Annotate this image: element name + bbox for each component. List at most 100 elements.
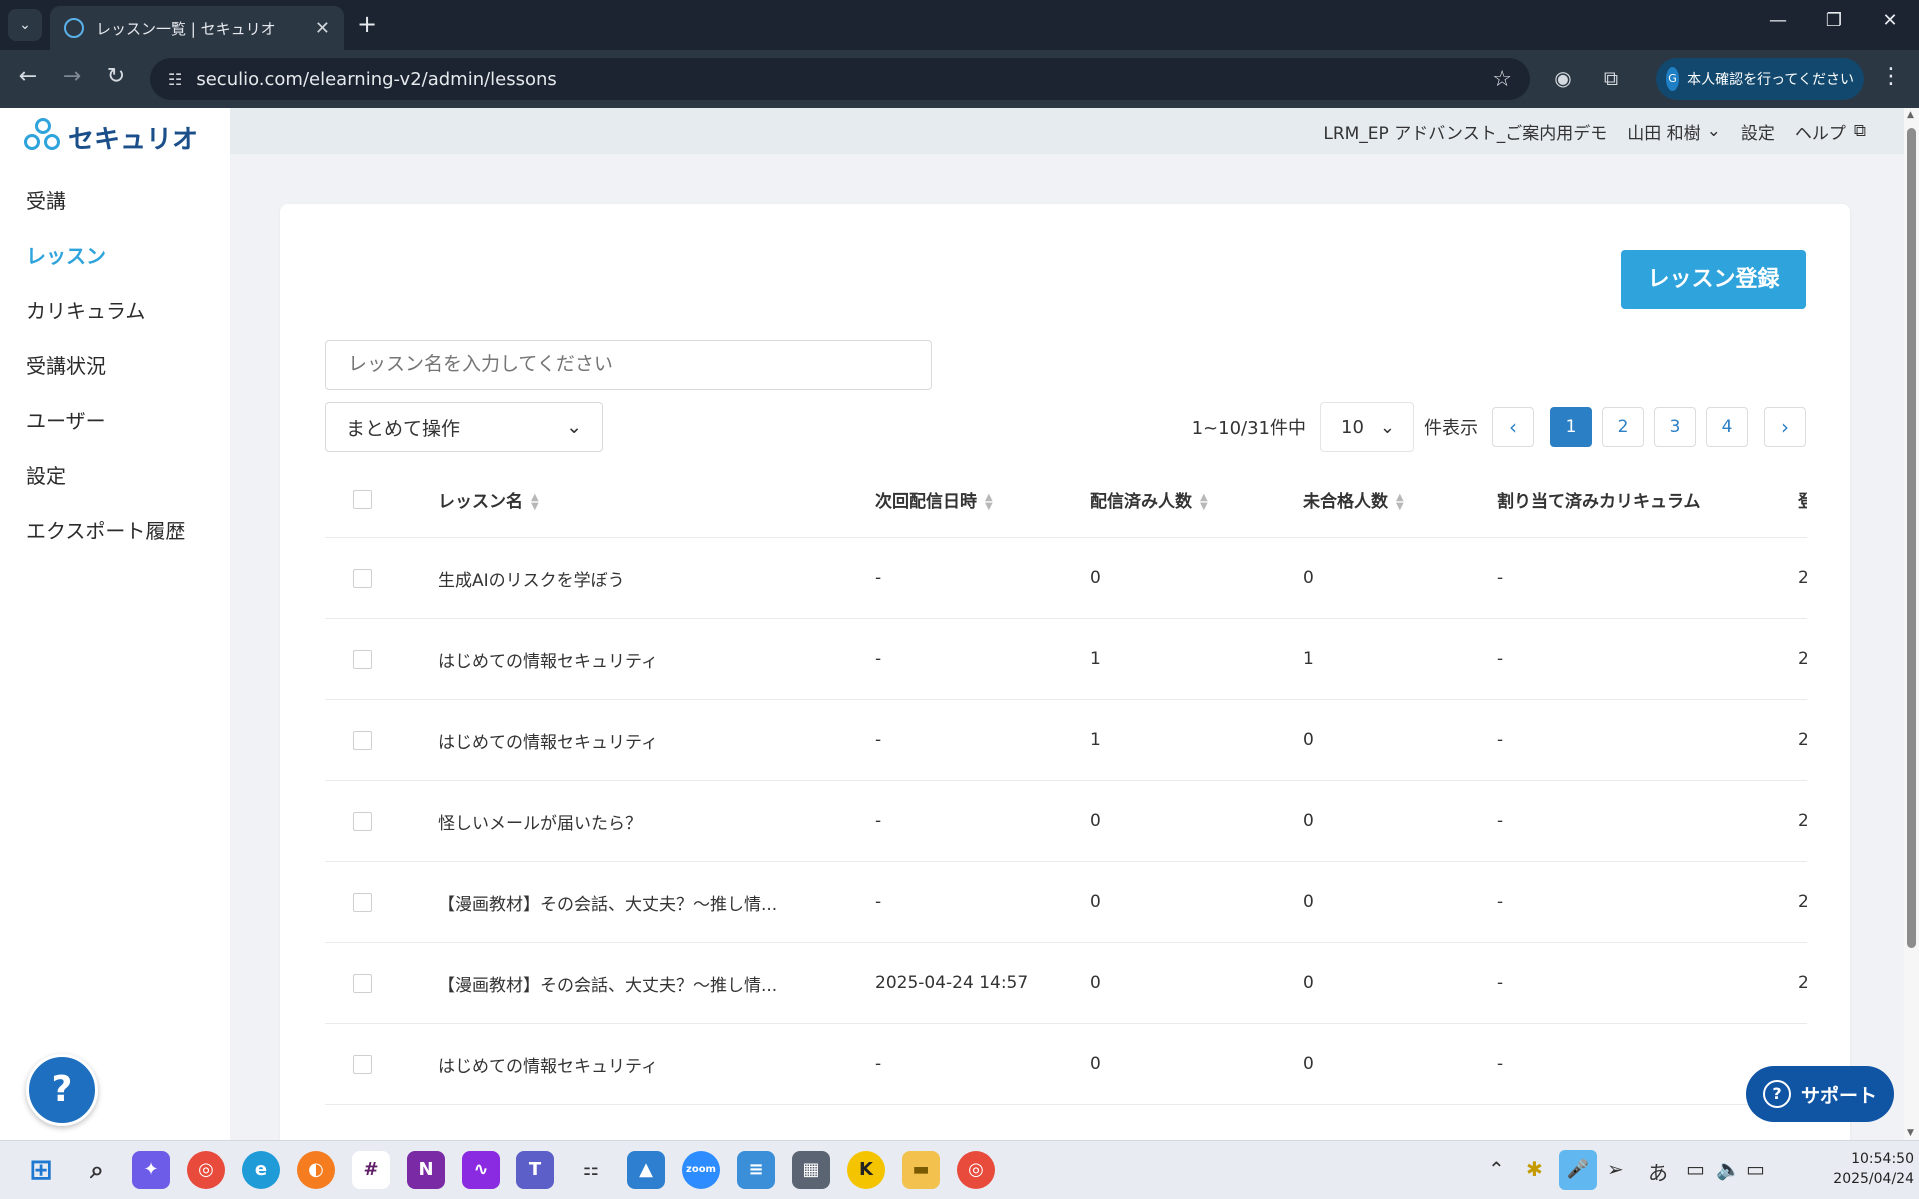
microphone-icon[interactable]: 🎤 [1559, 1150, 1597, 1190]
restore-icon[interactable]: ❐ [1814, 10, 1854, 31]
row-checkbox[interactable] [353, 892, 372, 912]
sidebar: セキュリオ 受講 レッスン カリキュラム 受講状況 ユーザー 設定 エクスポート… [0, 108, 230, 1140]
sidebar-item-lessons[interactable]: レッスン [26, 229, 185, 284]
edge-icon[interactable]: e [242, 1151, 280, 1189]
per-page-select[interactable]: 10 ⌄ [1320, 402, 1414, 452]
teams-icon[interactable]: T [516, 1151, 554, 1189]
bulk-action-select[interactable]: まとめて操作 ⌄ [325, 402, 603, 452]
sidebar-item-curriculum[interactable]: カリキュラム [26, 284, 185, 339]
lesson-name-cell[interactable]: 【漫画教材】その会話、大丈夫？〜推し情... [438, 890, 875, 915]
address-bar[interactable]: ☷ seculio.com/elearning-v2/admin/lessons… [150, 58, 1530, 100]
copilot-icon[interactable]: ✦ [132, 1151, 170, 1189]
next-page-button[interactable]: › [1764, 407, 1806, 447]
row-checkbox[interactable] [353, 1054, 372, 1074]
tab-search-dropdown-icon[interactable]: ⌄ [8, 9, 42, 41]
notion-like-app-icon[interactable]: ∿ [462, 1151, 500, 1189]
table-row[interactable]: はじめての情報セキュリティ -0 0- [325, 1024, 1807, 1105]
site-info-icon[interactable]: ☷ [168, 70, 182, 89]
new-tab-icon[interactable]: + [352, 10, 382, 38]
battery-icon[interactable]: ▭ [1746, 1157, 1765, 1181]
register-lesson-button[interactable]: レッスン登録 [1621, 250, 1806, 309]
header-next-delivery[interactable]: 次回配信日時 ▲ ▼ [875, 487, 1090, 512]
prev-page-button[interactable]: ‹ [1492, 407, 1534, 447]
file-explorer-icon[interactable]: ▬ [902, 1151, 940, 1189]
photos-icon[interactable]: ▲ [627, 1151, 665, 1189]
row-checkbox[interactable] [353, 730, 372, 750]
firefox-icon[interactable]: ◐ [297, 1151, 335, 1189]
page-scrollbar[interactable]: ▲ ▼ [1904, 108, 1919, 1140]
row-checkbox[interactable] [353, 811, 372, 831]
page-button-4[interactable]: 4 [1706, 407, 1748, 447]
volume-icon[interactable]: 🔈 [1716, 1157, 1741, 1181]
window-close-icon[interactable]: ✕ [1870, 10, 1910, 31]
table-row[interactable]: 生成AIのリスクを学ぼう -0 0-2 [325, 538, 1807, 619]
tab-close-icon[interactable]: ✕ [315, 18, 330, 39]
keeper-tray-icon[interactable]: ✱ [1526, 1157, 1543, 1181]
ime-indicator[interactable]: あ [1648, 1157, 1668, 1186]
logo[interactable]: セキュリオ [24, 118, 198, 156]
header-delivered-count[interactable]: 配信済み人数 ▲ ▼ [1090, 487, 1303, 512]
lesson-name-cell[interactable]: 生成AIのリスクを学ぼう [438, 566, 875, 591]
table-row[interactable]: はじめての情報セキュリティ -1 1-2 [325, 619, 1807, 700]
system-clock[interactable]: 10:54:50 2025/04/24 [1830, 1149, 1914, 1189]
row-checkbox[interactable] [353, 649, 372, 669]
extension-icon[interactable]: ◉ [1548, 66, 1578, 90]
send-icon[interactable]: ➢ [1607, 1157, 1624, 1181]
lesson-name-cell[interactable]: はじめての情報セキュリティ [438, 647, 875, 672]
bookmark-star-icon[interactable]: ☆ [1492, 67, 1512, 92]
scroll-up-icon[interactable]: ▲ [1907, 110, 1914, 120]
sidebar-item-export-history[interactable]: エクスポート履歴 [26, 504, 185, 559]
scroll-down-icon[interactable]: ▼ [1907, 1128, 1914, 1138]
slack-icon[interactable]: # [352, 1151, 390, 1189]
minimize-icon[interactable]: — [1758, 10, 1798, 31]
support-button[interactable]: ? サポート [1746, 1066, 1894, 1122]
row-checkbox[interactable] [353, 973, 372, 993]
help-link[interactable]: ヘルプ ⧉ [1795, 119, 1866, 144]
forward-icon[interactable]: → [56, 64, 88, 89]
table-row[interactable]: 怪しいメールが届いたら？ -0 0-2 [325, 781, 1807, 862]
sidebar-item-attend[interactable]: 受講 [26, 174, 185, 229]
back-icon[interactable]: ← [12, 64, 44, 89]
page-button-1[interactable]: 1 [1550, 407, 1592, 447]
show-hidden-icons-icon[interactable]: ⌃ [1488, 1157, 1505, 1181]
lesson-name-cell[interactable]: 怪しいメールが届いたら？ [438, 809, 875, 834]
org-name[interactable]: LRM_EP アドバンスト_ご案内用デモ [1323, 119, 1607, 144]
browser-tab-active[interactable]: レッスン一覧 | セキュリオ ✕ [50, 6, 344, 50]
header-failed-count[interactable]: 未合格人数 ▲ ▼ [1303, 487, 1497, 512]
lesson-name-cell[interactable]: 【漫画教材】その会話、大丈夫？〜推し情... [438, 971, 875, 996]
lesson-name-cell[interactable]: はじめての情報セキュリティ [438, 728, 875, 753]
sidebar-item-users[interactable]: ユーザー [26, 394, 185, 449]
browser-menu-icon[interactable]: ⋮ [1880, 64, 1902, 89]
page-button-3[interactable]: 3 [1654, 407, 1696, 447]
lesson-name-cell[interactable]: はじめての情報セキュリティ [438, 1052, 875, 1077]
windows-start-icon[interactable]: ⊞ [22, 1151, 60, 1189]
chrome-icon[interactable]: ◎ [187, 1151, 225, 1189]
table-row[interactable]: 【漫画教材】その会話、大丈夫？〜推し情... -0 0-2 [325, 862, 1807, 943]
settings-link[interactable]: 設定 [1741, 119, 1775, 144]
lesson-search-input[interactable] [325, 340, 932, 390]
row-checkbox[interactable] [353, 568, 372, 588]
scrollbar-thumb[interactable] [1907, 128, 1916, 948]
onenote-icon[interactable]: N [407, 1151, 445, 1189]
table-row[interactable]: 【漫画教材】その会話、大丈夫？〜推し情... 2025-04-24 14:57 0 0… [325, 943, 1807, 1024]
calculator-icon[interactable]: ▦ [792, 1151, 830, 1189]
header-lesson-name[interactable]: レッスン名 ▲ ▼ [438, 487, 875, 512]
network-icon[interactable]: ▭ [1686, 1157, 1705, 1181]
snipping-tool-icon[interactable]: ⚏ [572, 1151, 610, 1189]
select-all-checkbox[interactable] [353, 490, 372, 509]
sidebar-item-attendance-status[interactable]: 受講状況 [26, 339, 185, 394]
page-button-2[interactable]: 2 [1602, 407, 1644, 447]
help-fab-button[interactable]: ? [26, 1054, 98, 1126]
zoom-icon[interactable]: zoom [682, 1151, 720, 1189]
user-menu[interactable]: 山田 和樹 ⌄ [1627, 119, 1721, 144]
reload-icon[interactable]: ↻ [100, 64, 132, 89]
table-row[interactable]: はじめての情報セキュリティ -1 0-2 [325, 700, 1807, 781]
extensions-puzzle-icon[interactable]: ⧉ [1596, 66, 1626, 90]
search-icon[interactable]: ⌕ [78, 1151, 116, 1189]
chrome-active-icon[interactable]: ◎ [957, 1151, 995, 1189]
sidebar-item-settings[interactable]: 設定 [26, 449, 185, 504]
profile-button[interactable]: G 本人確認を行ってください [1656, 58, 1864, 100]
keeper-icon[interactable]: K [847, 1151, 885, 1189]
checkbox-cell [325, 892, 438, 912]
notepad-icon[interactable]: ≡ [737, 1151, 775, 1189]
